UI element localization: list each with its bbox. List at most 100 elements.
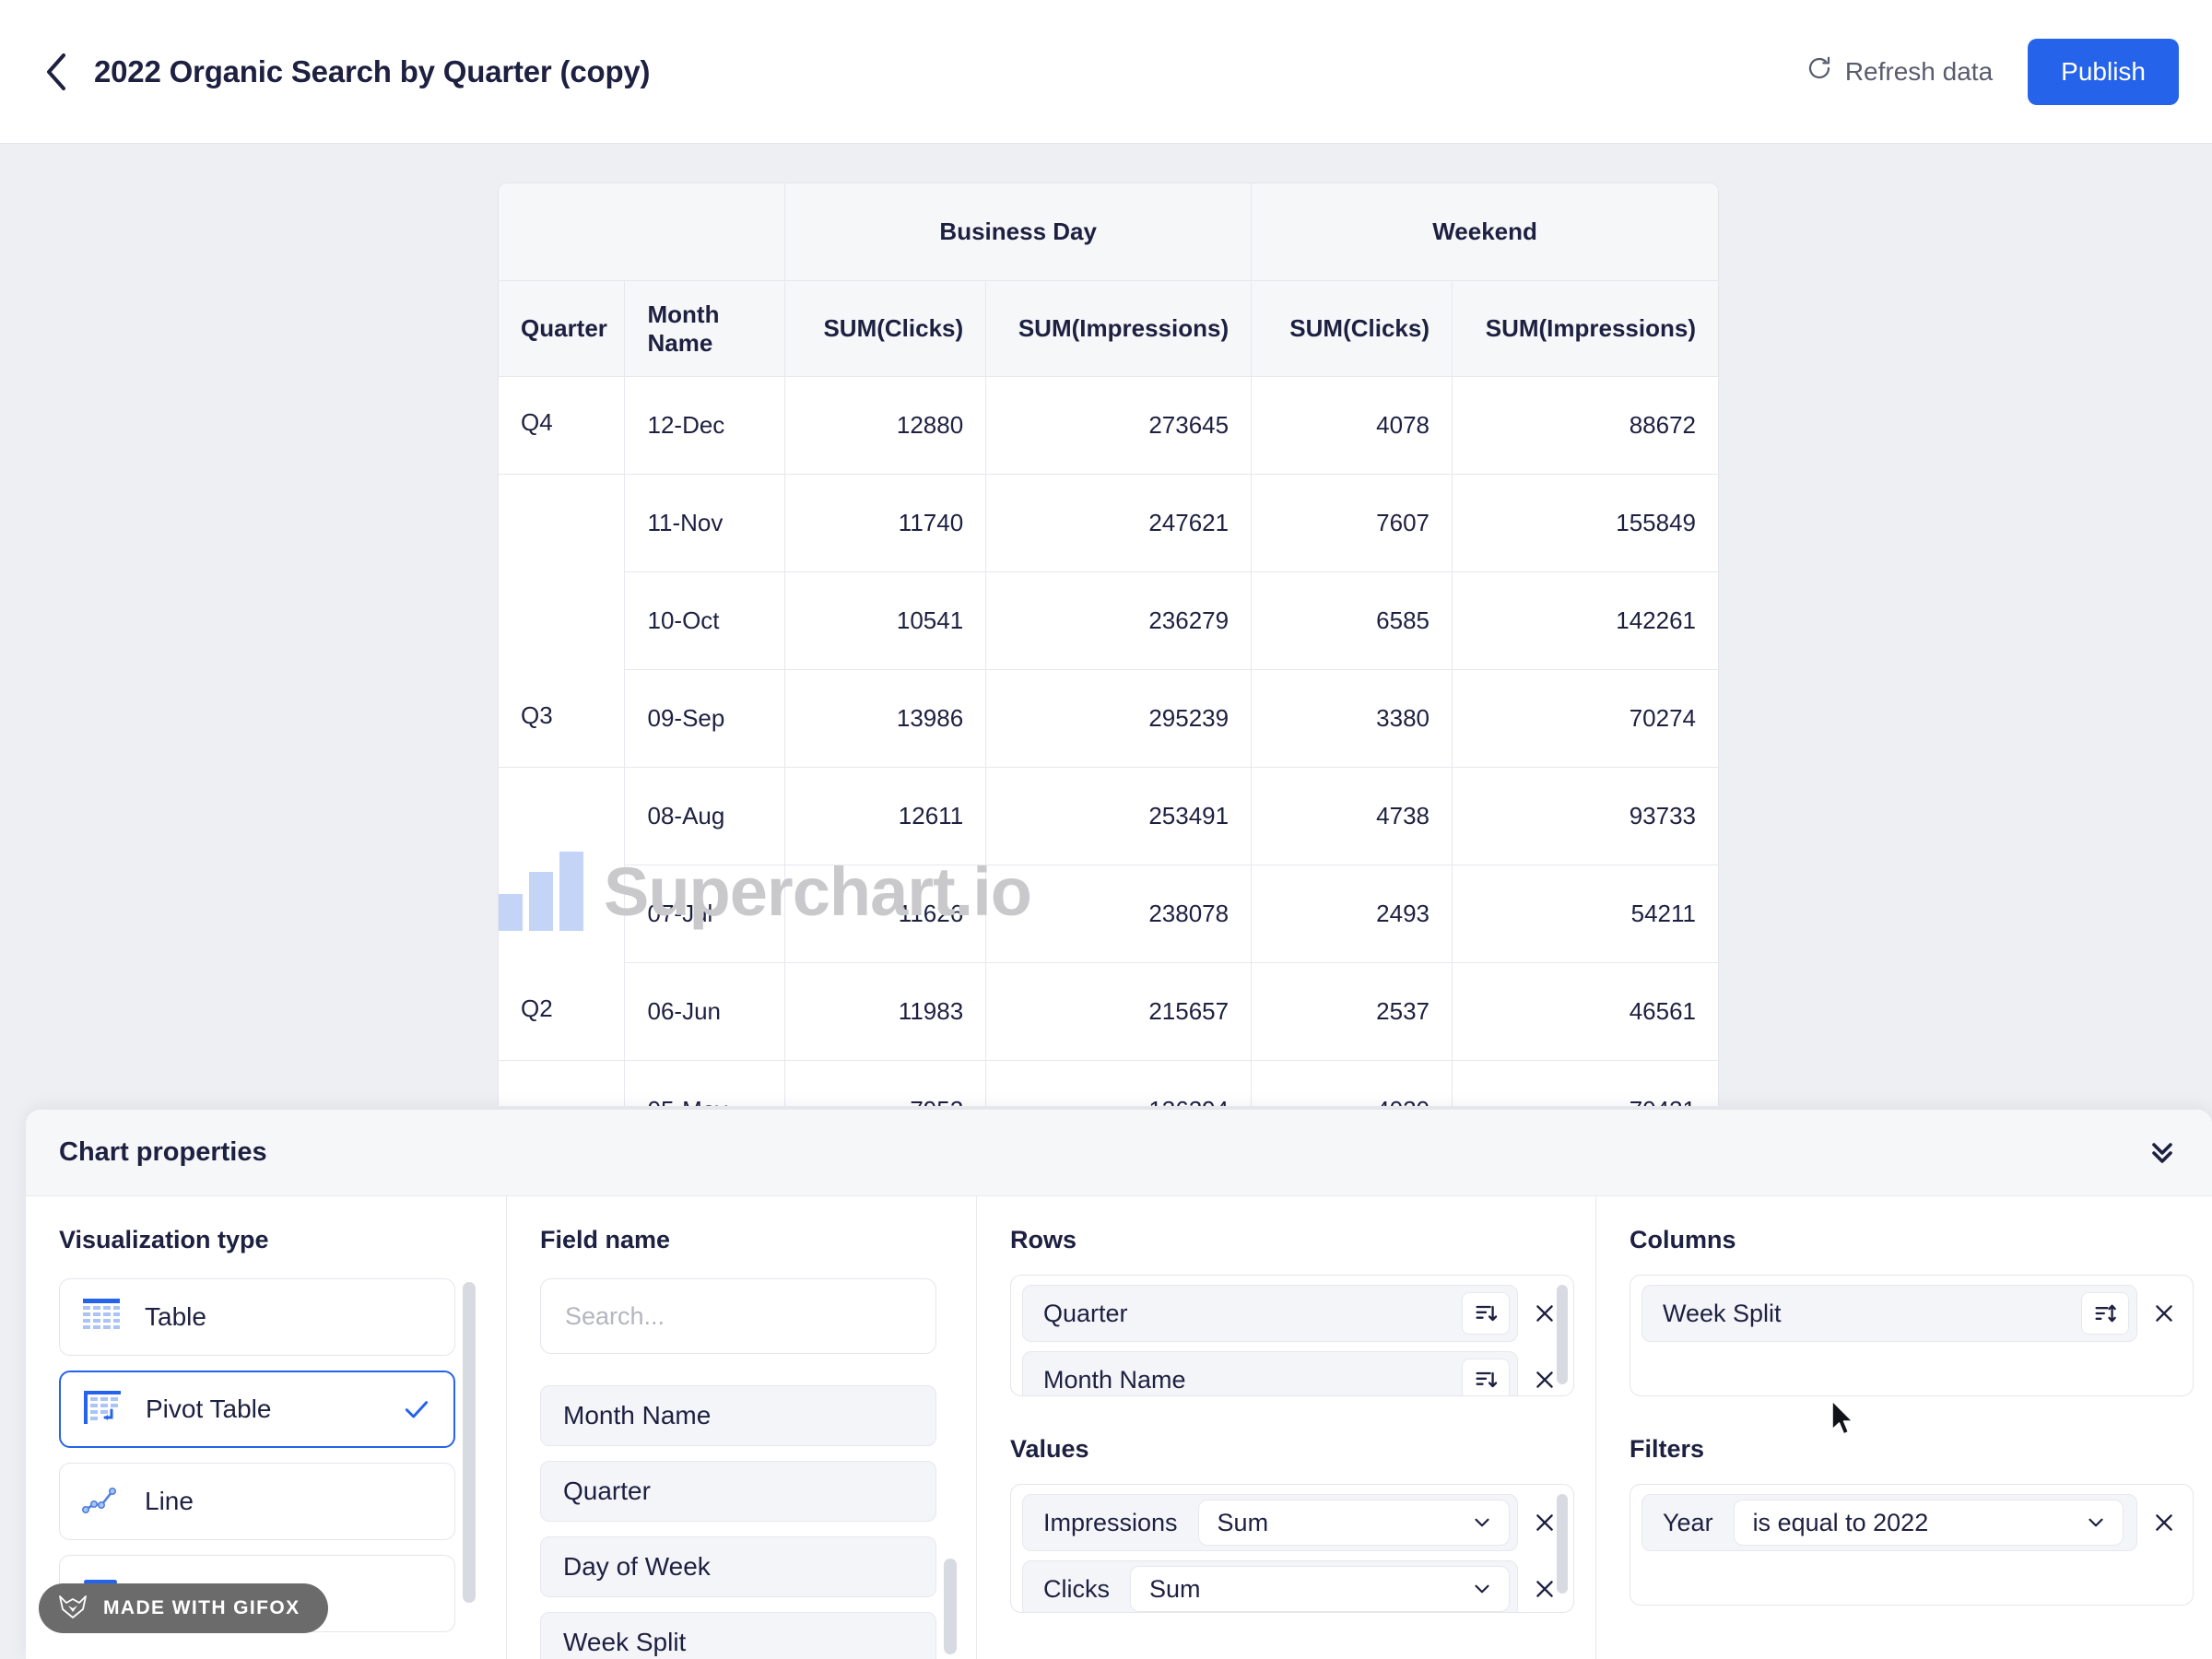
pivot-col-bd-impressions[interactable]: SUM(Impressions) bbox=[986, 281, 1253, 377]
pivot-cell-quarter: Q4 bbox=[499, 377, 626, 475]
pivot-group-header-row: Business Day Weekend bbox=[499, 183, 1718, 281]
pivot-cell-bd-impressions: 238078 bbox=[986, 865, 1253, 963]
field-search-input[interactable] bbox=[540, 1278, 936, 1354]
pivot-cell-we-impressions: 88672 bbox=[1453, 377, 1718, 475]
refresh-data-button[interactable]: Refresh data bbox=[1806, 54, 1993, 88]
close-icon[interactable] bbox=[2147, 1296, 2182, 1331]
pivot-cell-quarter bbox=[499, 572, 626, 670]
pivot-cell-month-name: 12-Dec bbox=[625, 377, 786, 475]
chart-properties-title: Chart properties bbox=[59, 1137, 267, 1167]
pivot-cell-we-clicks: 2537 bbox=[1252, 963, 1453, 1061]
sort-descending-icon[interactable] bbox=[1462, 1292, 1510, 1335]
field-name-title: Field name bbox=[540, 1226, 671, 1253]
rows-chip-quarter[interactable]: Quarter bbox=[1022, 1285, 1518, 1342]
table-row: 07-Jul 11626 238078 2493 54211 bbox=[499, 865, 1718, 963]
field-item-week-split[interactable]: Week Split bbox=[540, 1612, 936, 1659]
pivot-cell-bd-impressions: 247621 bbox=[986, 475, 1253, 572]
visualization-type-list: Table Pivot Table Line bbox=[59, 1278, 476, 1632]
pivot-col-month-name[interactable]: Month Name bbox=[625, 281, 786, 377]
table-row: 10-Oct 10541 236279 6585 142261 bbox=[499, 572, 1718, 670]
sort-descending-icon[interactable] bbox=[1462, 1359, 1510, 1395]
rows-title: Rows bbox=[1010, 1226, 1077, 1253]
pivot-cell-bd-clicks: 11626 bbox=[785, 865, 987, 963]
sort-updown-icon[interactable] bbox=[2081, 1292, 2129, 1335]
columns-shelf[interactable]: Week Split bbox=[1630, 1275, 2194, 1396]
table-row: Q4 12-Dec 12880 273645 4078 88672 bbox=[499, 377, 1718, 475]
values-shelf-scrollbar[interactable] bbox=[1557, 1494, 1568, 1594]
field-item-quarter[interactable]: Quarter bbox=[540, 1461, 936, 1522]
pivot-cell-quarter: Q2 bbox=[499, 963, 626, 1061]
pivot-cell-month-name: 07-Jul bbox=[625, 865, 786, 963]
visualization-option-line[interactable]: Line bbox=[59, 1463, 455, 1540]
values-chip-row: Clicks Sum bbox=[1022, 1560, 1562, 1612]
values-chip-impressions[interactable]: Impressions Sum bbox=[1022, 1494, 1518, 1551]
pivot-cell-bd-clicks: 7952 bbox=[785, 1061, 987, 1106]
pivot-cell-quarter bbox=[499, 475, 626, 572]
publish-button[interactable]: Publish bbox=[2028, 38, 2179, 105]
columns-title: Columns bbox=[1630, 1226, 1736, 1253]
pivot-cell-we-impressions: 54211 bbox=[1453, 865, 1718, 963]
chart-properties-panel: Chart properties Visualization type Tabl… bbox=[26, 1110, 2212, 1659]
refresh-data-label: Refresh data bbox=[1844, 56, 1994, 86]
rows-chip-row: Month Name bbox=[1022, 1351, 1562, 1395]
field-list: Month Name Quarter Day of Week Week Spli… bbox=[540, 1385, 957, 1659]
visualization-list-scrollbar[interactable] bbox=[463, 1282, 476, 1603]
field-item-month-name[interactable]: Month Name bbox=[540, 1385, 936, 1446]
pivot-cell-bd-clicks: 11740 bbox=[785, 475, 987, 572]
rows-shelf[interactable]: Quarter Month Name bbox=[1010, 1275, 1574, 1396]
field-list-scrollbar[interactable] bbox=[944, 1559, 957, 1654]
pivot-group-header-blank bbox=[499, 183, 786, 281]
filters-chip-label: Year bbox=[1663, 1508, 1713, 1536]
back-button[interactable] bbox=[31, 47, 81, 97]
chart-properties-body: Visualization type Table Pivot Table Lin… bbox=[26, 1196, 2212, 1659]
pivot-table-container: Business Day Weekend Quarter Month Name … bbox=[498, 182, 1719, 1106]
rows-chip-month-name[interactable]: Month Name bbox=[1022, 1351, 1518, 1395]
filter-condition-value: is equal to 2022 bbox=[1752, 1508, 1929, 1536]
line-chart-icon bbox=[81, 1482, 121, 1522]
pivot-table-body: Q4 12-Dec 12880 273645 4078 88672 11-Nov 11740 2… bbox=[499, 377, 1718, 1106]
pivot-cell-bd-clicks: 12880 bbox=[785, 377, 987, 475]
visualization-type-title: Visualization type bbox=[59, 1226, 269, 1253]
filters-chip-row: Year is equal to 2022 bbox=[1641, 1494, 2182, 1551]
visualization-option-table[interactable]: Table bbox=[59, 1278, 455, 1356]
pivot-cell-bd-impressions: 273645 bbox=[986, 377, 1253, 475]
aggregation-select-clicks[interactable]: Sum bbox=[1130, 1566, 1510, 1612]
chevrons-down-icon bbox=[2146, 1134, 2179, 1171]
filters-chip-year[interactable]: Year is equal to 2022 bbox=[1641, 1494, 2137, 1551]
columns-chip-week-split[interactable]: Week Split bbox=[1641, 1285, 2137, 1342]
gifox-badge: MADE WITH GIFOX bbox=[39, 1583, 328, 1633]
pivot-table-icon bbox=[83, 1390, 122, 1430]
filters-shelf[interactable]: Year is equal to 2022 bbox=[1630, 1484, 2194, 1606]
table-row: 08-Aug 12611 253491 4738 93733 bbox=[499, 768, 1718, 865]
pivot-col-we-clicks[interactable]: SUM(Clicks) bbox=[1252, 281, 1453, 377]
values-chip-row: Impressions Sum bbox=[1022, 1494, 1562, 1551]
values-chip-clicks[interactable]: Clicks Sum bbox=[1022, 1560, 1518, 1612]
pivot-table: Business Day Weekend Quarter Month Name … bbox=[498, 182, 1719, 1106]
values-title: Values bbox=[1010, 1435, 1089, 1463]
close-icon[interactable] bbox=[2147, 1505, 2182, 1540]
pivot-col-bd-clicks[interactable]: SUM(Clicks) bbox=[785, 281, 987, 377]
rows-values-section: Rows Quarter Month Name Values Impressio… bbox=[977, 1196, 1596, 1659]
filter-condition-select[interactable]: is equal to 2022 bbox=[1733, 1500, 2124, 1546]
pivot-cell-we-impressions: 70274 bbox=[1453, 670, 1718, 768]
pivot-col-we-impressions[interactable]: SUM(Impressions) bbox=[1453, 281, 1718, 377]
columns-filters-section: Columns Week Split Filters Year is equal… bbox=[1596, 1196, 2212, 1659]
pivot-cell-month-name: 10-Oct bbox=[625, 572, 786, 670]
values-chip-label: Clicks bbox=[1043, 1574, 1110, 1603]
pivot-col-quarter[interactable]: Quarter bbox=[499, 281, 626, 377]
pivot-cell-month-name: 08-Aug bbox=[625, 768, 786, 865]
collapse-panel-button[interactable] bbox=[2146, 1134, 2179, 1171]
pivot-cell-month-name: 05-May bbox=[625, 1061, 786, 1106]
field-item-day-of-week[interactable]: Day of Week bbox=[540, 1536, 936, 1597]
pivot-group-header-weekend: Weekend bbox=[1252, 183, 1718, 281]
rows-chip-label: Quarter bbox=[1043, 1299, 1128, 1327]
visualization-option-pivot-table[interactable]: Pivot Table bbox=[59, 1371, 455, 1448]
rows-shelf-scrollbar[interactable] bbox=[1557, 1285, 1568, 1384]
gifox-label: MADE WITH GIFOX bbox=[103, 1597, 300, 1618]
pivot-cell-we-impressions: 46561 bbox=[1453, 963, 1718, 1061]
aggregation-select-impressions[interactable]: Sum bbox=[1197, 1500, 1510, 1546]
filters-title: Filters bbox=[1630, 1435, 1705, 1463]
values-shelf[interactable]: Impressions Sum Clicks Sum bbox=[1010, 1484, 1574, 1613]
check-icon bbox=[402, 1394, 431, 1424]
pivot-cell-we-clicks: 4078 bbox=[1252, 377, 1453, 475]
